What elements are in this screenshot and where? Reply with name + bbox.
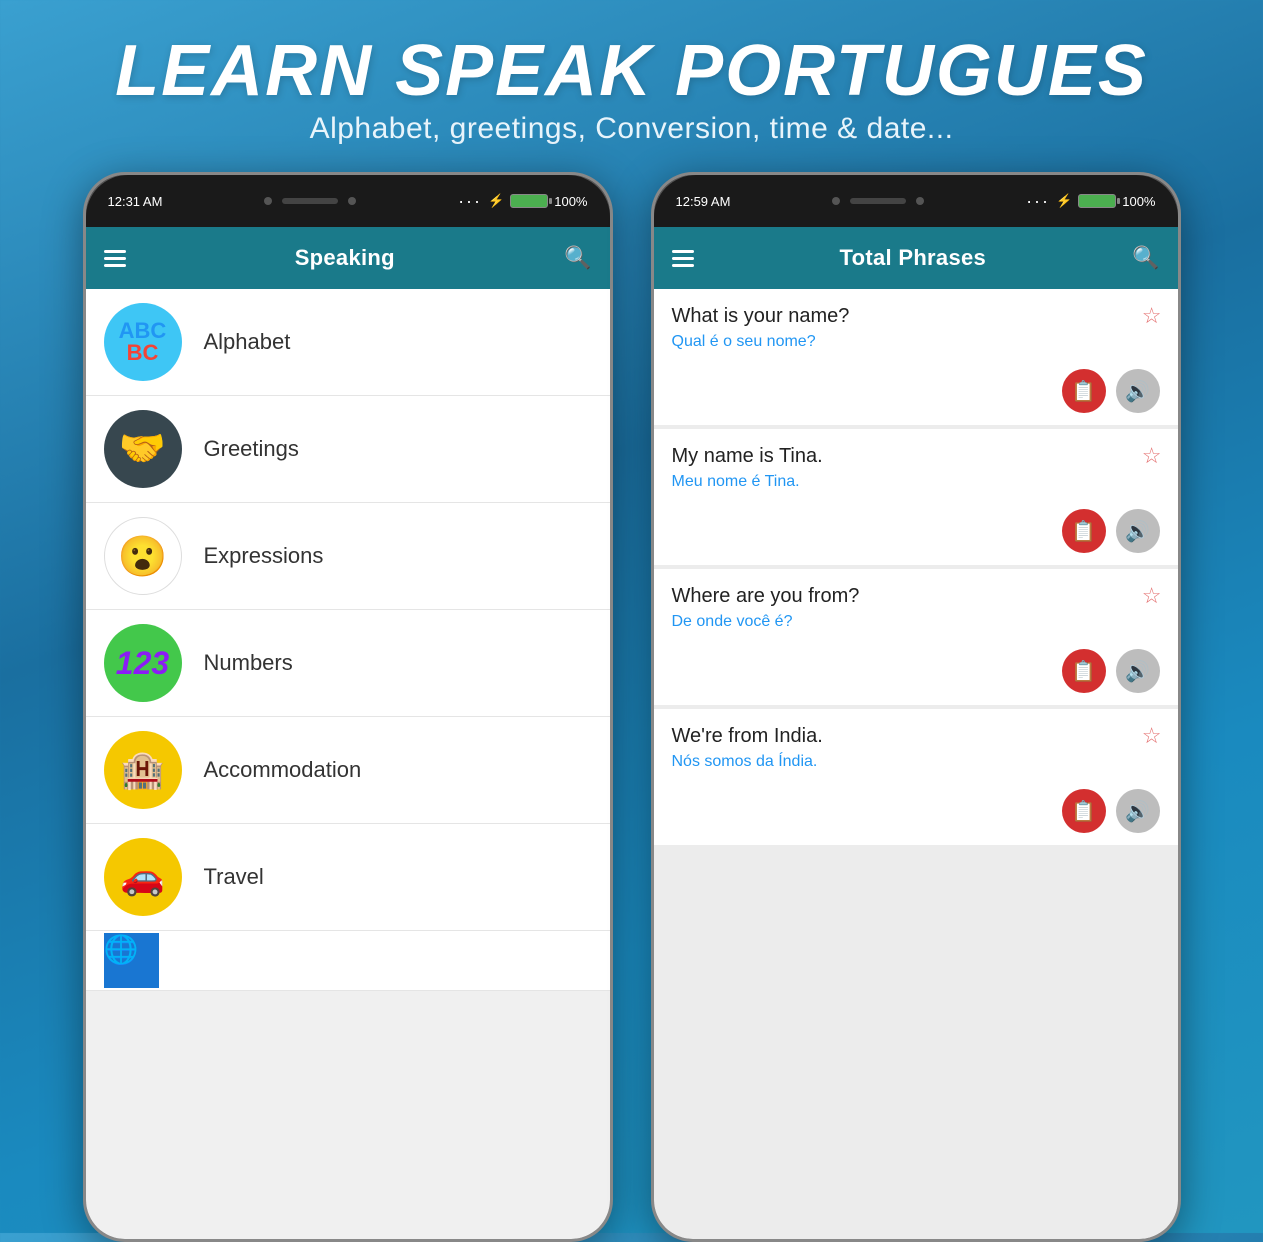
menu-list: ABC BC Alphabet 🤝 Greetings 😮 bbox=[86, 289, 610, 991]
travel-icon: 🚗 bbox=[104, 838, 182, 916]
copy-btn-3[interactable]: 📋 bbox=[1062, 649, 1106, 693]
menu-label-travel: Travel bbox=[204, 864, 264, 890]
phone-right-status-bar: 12:59 AM ··· ⚡ 100% bbox=[654, 175, 1178, 227]
speak-btn-3[interactable]: 🔊 bbox=[1116, 649, 1160, 693]
copy-icon-2: 📋 bbox=[1071, 519, 1096, 544]
menu-label-alphabet: Alphabet bbox=[204, 329, 291, 355]
phone-right-screen: What is your name? ☆ Qual é o seu nome? … bbox=[654, 289, 1178, 1239]
speak-btn-4[interactable]: 🔊 bbox=[1116, 789, 1160, 833]
search-icon-right[interactable]: 🔍 bbox=[1132, 245, 1159, 271]
battery-icon: ⚡ bbox=[488, 193, 504, 209]
phrase-en-4: We're from India. bbox=[672, 725, 859, 747]
phones-container: 12:31 AM ··· ⚡ 100% Speaking 🔍 bbox=[83, 172, 1181, 1242]
phone-right-sensor bbox=[916, 197, 924, 205]
copy-icon-1: 📋 bbox=[1071, 379, 1096, 404]
phone-left-screen: ABC BC Alphabet 🤝 Greetings 😮 bbox=[86, 289, 610, 1239]
phone-left-app-bar: Speaking 🔍 bbox=[86, 227, 610, 289]
menu-label-greetings: Greetings bbox=[204, 436, 299, 462]
copy-btn-4[interactable]: 📋 bbox=[1062, 789, 1106, 833]
star-btn-3[interactable]: ☆ bbox=[1142, 583, 1162, 609]
speak-icon-1: 🔊 bbox=[1125, 379, 1150, 404]
signal-dots-right: ··· bbox=[1026, 191, 1050, 212]
phone-right-time: 12:59 AM bbox=[676, 194, 731, 209]
signal-dots: ··· bbox=[458, 191, 482, 212]
hamburger-menu-right[interactable] bbox=[672, 250, 694, 267]
page-header: LEARN SPEAK PORTUGUES Alphabet, greeting… bbox=[115, 0, 1148, 164]
speak-icon-2: 🔊 bbox=[1125, 519, 1150, 544]
speak-icon-3: 🔊 bbox=[1125, 659, 1150, 684]
numbers-icon: 123 bbox=[104, 624, 182, 702]
phone-right-speaker bbox=[850, 198, 906, 204]
phrase-pt-4: Nós somos da Índia. bbox=[672, 753, 1160, 771]
phrase-en-2: My name is Tina. bbox=[672, 445, 859, 467]
speak-btn-2[interactable]: 🔊 bbox=[1116, 509, 1160, 553]
copy-btn-1[interactable]: 📋 bbox=[1062, 369, 1106, 413]
partial-icon: 🌐 bbox=[104, 933, 159, 988]
menu-item-travel[interactable]: 🚗 Travel bbox=[86, 824, 610, 931]
phrase-card-1: What is your name? ☆ Qual é o seu nome? … bbox=[654, 289, 1178, 425]
battery-percent-right: 100% bbox=[1122, 194, 1155, 209]
accommodation-icon: 🏨 bbox=[104, 731, 182, 809]
card-actions-1: 📋 🔊 bbox=[672, 363, 1160, 413]
menu-label-accommodation: Accommodation bbox=[204, 757, 362, 783]
phone-left-camera bbox=[264, 197, 272, 205]
alphabet-icon: ABC BC bbox=[104, 303, 182, 381]
menu-item-expressions[interactable]: 😮 Expressions bbox=[86, 503, 610, 610]
phone-right-status-right: ··· ⚡ 100% bbox=[1026, 191, 1155, 212]
phone-left-top-center bbox=[264, 197, 356, 205]
phrase-pt-3: De onde você é? bbox=[672, 613, 1160, 631]
battery-bar-right bbox=[1078, 194, 1116, 208]
card-actions-4: 📋 🔊 bbox=[672, 783, 1160, 833]
phrase-en-3: Where are you from? bbox=[672, 585, 896, 607]
phone-right-camera bbox=[832, 197, 840, 205]
main-title: LEARN SPEAK PORTUGUES bbox=[115, 30, 1148, 112]
hamburger-menu-left[interactable] bbox=[104, 250, 126, 267]
phone-left-status-right: ··· ⚡ 100% bbox=[458, 191, 587, 212]
battery-bar bbox=[510, 194, 548, 208]
phrase-card-2: My name is Tina. ☆ Meu nome é Tina. 📋 🔊 bbox=[654, 429, 1178, 565]
speak-icon-4: 🔊 bbox=[1125, 799, 1150, 824]
subtitle: Alphabet, greetings, Conversion, time & … bbox=[115, 112, 1148, 146]
greetings-icon: 🤝 bbox=[104, 410, 182, 488]
copy-icon-4: 📋 bbox=[1071, 799, 1096, 824]
copy-btn-2[interactable]: 📋 bbox=[1062, 509, 1106, 553]
phone-right: 12:59 AM ··· ⚡ 100% Total Phrases 🔍 bbox=[651, 172, 1181, 1242]
search-icon-left[interactable]: 🔍 bbox=[564, 245, 591, 271]
phone-left: 12:31 AM ··· ⚡ 100% Speaking 🔍 bbox=[83, 172, 613, 1242]
app-title-left: Speaking bbox=[295, 245, 395, 271]
phone-left-speaker bbox=[282, 198, 338, 204]
card-actions-2: 📋 🔊 bbox=[672, 503, 1160, 553]
phone-right-top-center bbox=[832, 197, 924, 205]
phone-left-status-bar: 12:31 AM ··· ⚡ 100% bbox=[86, 175, 610, 227]
phrase-card-3: Where are you from? ☆ De onde você é? 📋 … bbox=[654, 569, 1178, 705]
star-btn-1[interactable]: ☆ bbox=[1142, 303, 1162, 329]
battery-percent: 100% bbox=[554, 194, 587, 209]
menu-label-numbers: Numbers bbox=[204, 650, 293, 676]
phone-right-app-bar: Total Phrases 🔍 bbox=[654, 227, 1178, 289]
menu-label-expressions: Expressions bbox=[204, 543, 324, 569]
phrase-pt-2: Meu nome é Tina. bbox=[672, 473, 1160, 491]
star-btn-4[interactable]: ☆ bbox=[1142, 723, 1162, 749]
menu-item-accommodation[interactable]: 🏨 Accommodation bbox=[86, 717, 610, 824]
phrase-en-1: What is your name? bbox=[672, 305, 886, 327]
expressions-icon: 😮 bbox=[104, 517, 182, 595]
menu-item-alphabet[interactable]: ABC BC Alphabet bbox=[86, 289, 610, 396]
menu-item-partial[interactable]: 🌐 bbox=[86, 931, 610, 991]
phone-left-time: 12:31 AM bbox=[108, 194, 163, 209]
phrase-pt-1: Qual é o seu nome? bbox=[672, 333, 1160, 351]
menu-item-greetings[interactable]: 🤝 Greetings bbox=[86, 396, 610, 503]
speak-btn-1[interactable]: 🔊 bbox=[1116, 369, 1160, 413]
copy-icon-3: 📋 bbox=[1071, 659, 1096, 684]
star-btn-2[interactable]: ☆ bbox=[1142, 443, 1162, 469]
card-actions-3: 📋 🔊 bbox=[672, 643, 1160, 693]
app-title-right: Total Phrases bbox=[840, 245, 987, 271]
battery-icon-right: ⚡ bbox=[1056, 193, 1072, 209]
phone-left-sensor bbox=[348, 197, 356, 205]
phrase-card-4: We're from India. ☆ Nós somos da Índia. … bbox=[654, 709, 1178, 845]
menu-item-numbers[interactable]: 123 Numbers bbox=[86, 610, 610, 717]
